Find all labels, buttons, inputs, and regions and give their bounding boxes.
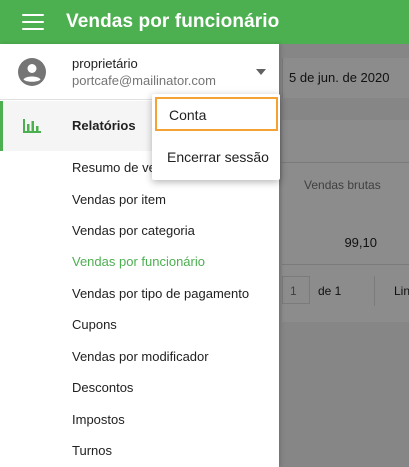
- bar-chart-icon: [23, 119, 41, 133]
- report-link-sales-by-category[interactable]: Vendas por categoria: [72, 223, 195, 238]
- report-link-sales-by-item[interactable]: Vendas por item: [72, 192, 166, 207]
- report-link-shifts[interactable]: Turnos: [72, 443, 112, 458]
- report-link-taxes[interactable]: Impostos: [72, 412, 125, 427]
- report-link-coupons[interactable]: Cupons: [72, 317, 117, 332]
- page-title: Vendas por funcionário: [66, 11, 280, 32]
- app-bar: Vendas por funcionário: [0, 0, 409, 44]
- report-link-discounts[interactable]: Descontos: [72, 380, 133, 395]
- account-menu: Conta Encerrar sessão: [152, 94, 280, 180]
- report-link-sales-by-modifier[interactable]: Vendas por modificador: [72, 349, 209, 364]
- account-menu-item-logout[interactable]: Encerrar sessão: [152, 144, 280, 170]
- account-header[interactable]: proprietário portcafe@mailinator.com: [0, 44, 279, 100]
- account-email: portcafe@mailinator.com: [72, 73, 216, 88]
- account-menu-item-account[interactable]: Conta: [155, 97, 278, 131]
- hamburger-menu-icon[interactable]: [22, 14, 44, 30]
- active-indicator: [0, 101, 3, 151]
- dropdown-arrow-icon[interactable]: [256, 68, 266, 76]
- drawer-scrim[interactable]: [279, 44, 409, 467]
- report-link-sales-by-employee[interactable]: Vendas por funcionário: [72, 254, 205, 269]
- account-circle-icon: [18, 58, 46, 86]
- nav-item-reports-label: Relatórios: [72, 118, 136, 133]
- account-name: proprietário: [72, 56, 138, 71]
- report-link-sales-by-payment-type[interactable]: Vendas por tipo de pagamento: [72, 286, 249, 301]
